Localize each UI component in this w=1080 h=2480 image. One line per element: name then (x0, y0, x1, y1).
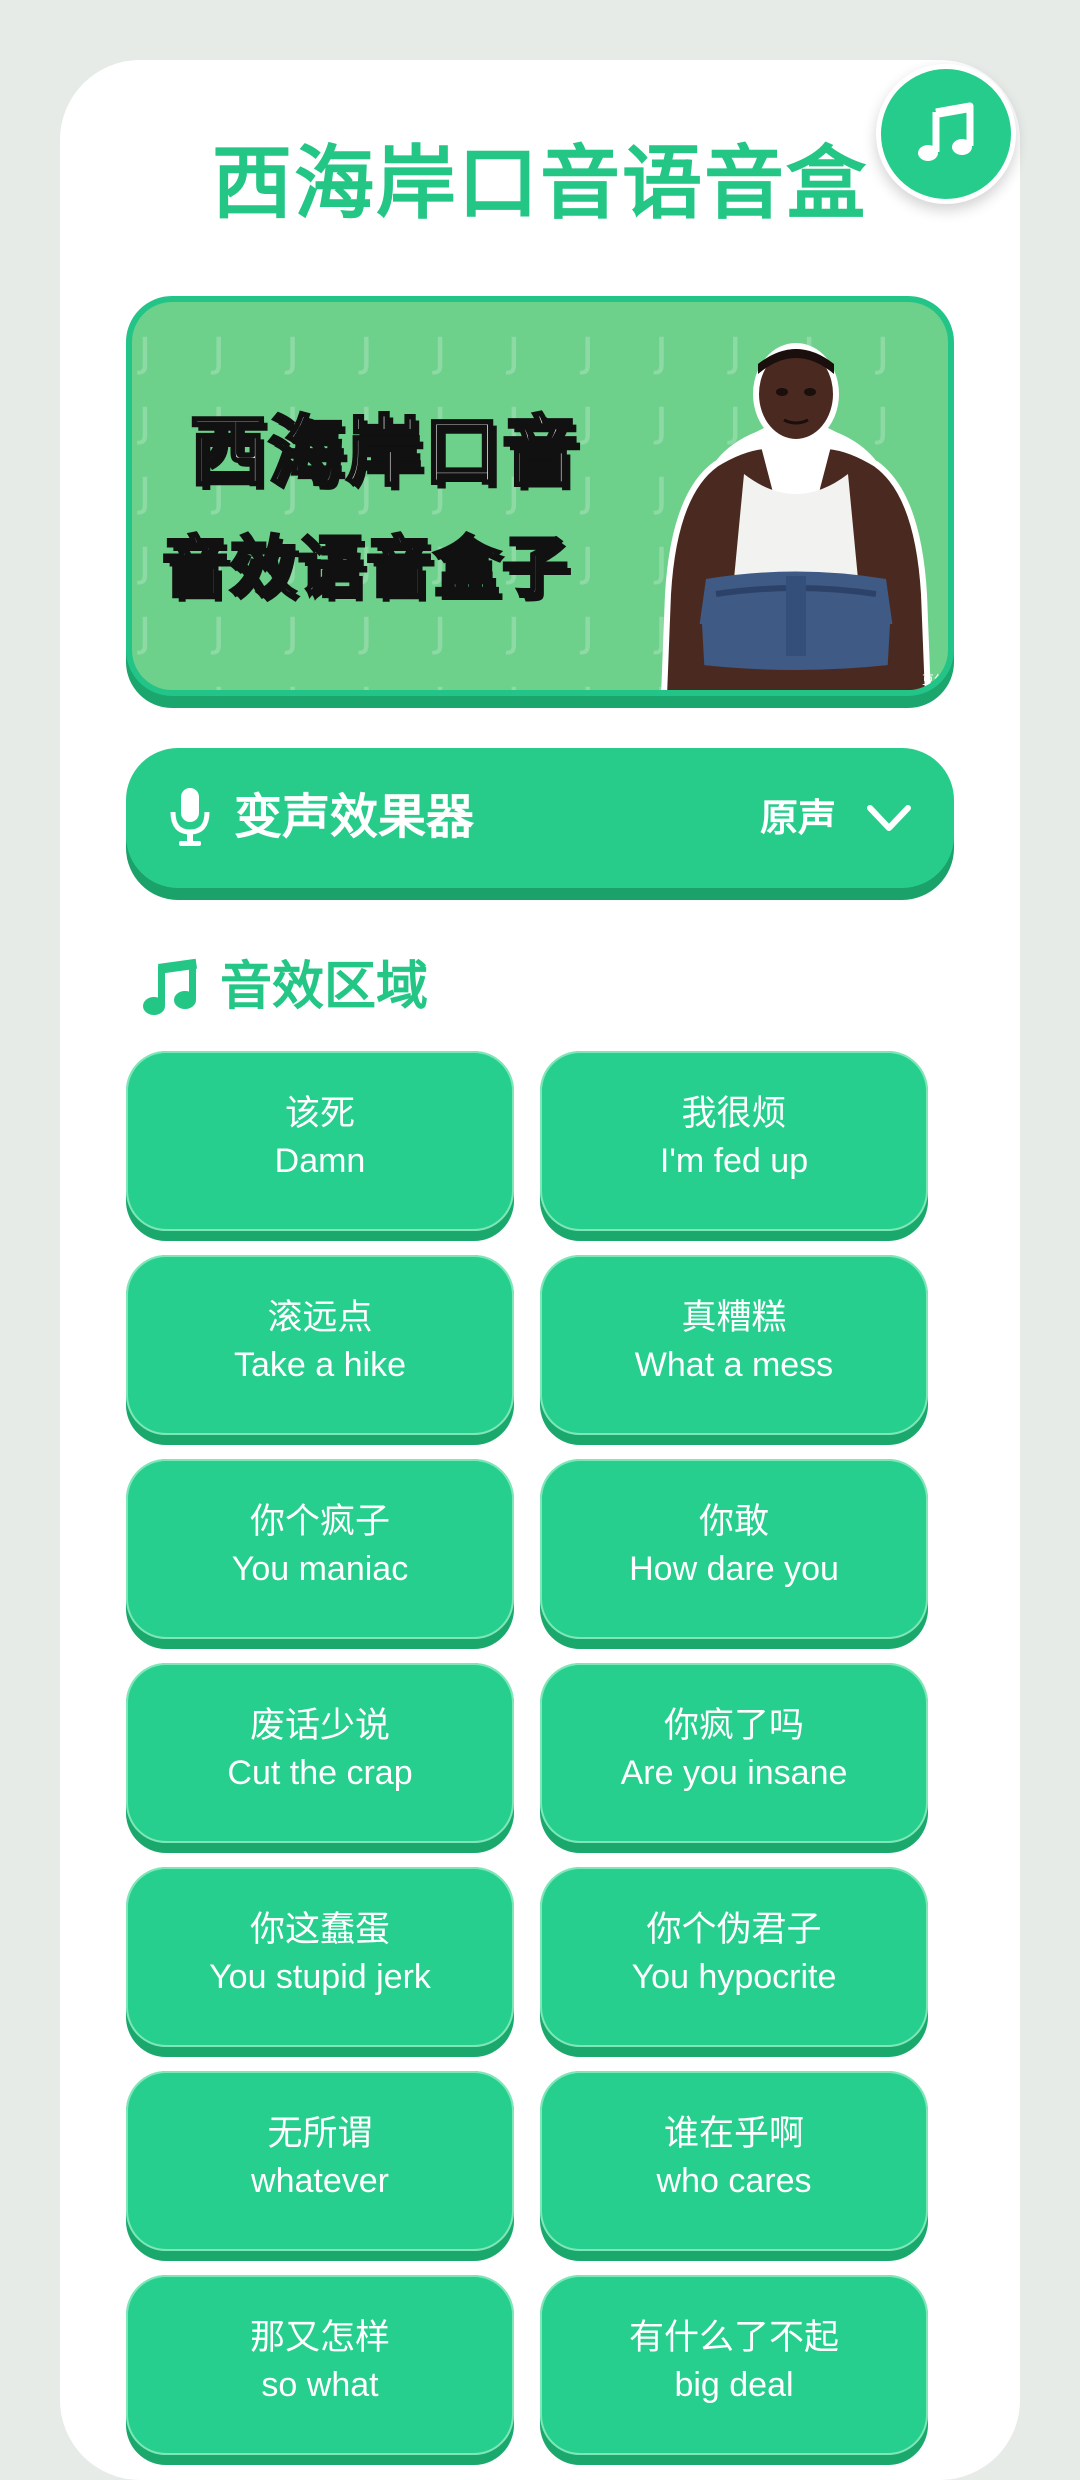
microphone-icon (170, 788, 210, 846)
sound-label-zh: 那又怎样 (249, 2318, 390, 2358)
music-note-icon (143, 958, 198, 1015)
sound-label-zh: 你疯了吗 (663, 1706, 804, 1746)
sound-button-fed-up[interactable]: 我很烦 I'm fed up (540, 1051, 928, 1231)
sound-button-whatever[interactable]: 无所谓 whatever (126, 2071, 514, 2251)
sound-label-en: Damn (274, 1142, 366, 1180)
sound-label-en: You maniac (231, 1550, 409, 1588)
sound-label-zh: 你这蠢蛋 (249, 1910, 390, 1950)
watermark-text: 豆包 (922, 673, 946, 687)
sound-button-stupid-jerk[interactable]: 你这蠢蛋 You stupid jerk (126, 1867, 514, 2047)
sound-label-en: Take a hike (234, 1346, 406, 1384)
sound-button-hypocrite[interactable]: 你个伪君子 You hypocrite (540, 1867, 928, 2047)
sound-label-zh: 有什么了不起 (628, 2318, 839, 2358)
voice-changer-value: 原声 (759, 796, 836, 840)
sound-button-you-maniac[interactable]: 你个疯子 You maniac (126, 1459, 514, 1639)
sound-label-en: whatever (251, 2162, 389, 2200)
sound-label-zh: 无所谓 (267, 2114, 373, 2154)
sound-label-en: so what (261, 2366, 379, 2404)
sound-button-so-what[interactable]: 那又怎样 so what (126, 2275, 514, 2455)
sound-label-en: What a mess (634, 1346, 834, 1384)
sound-label-en: You stupid jerk (209, 1958, 431, 1996)
sound-button-take-a-hike[interactable]: 滚远点 Take a hike (126, 1255, 514, 1435)
sound-label-zh: 你个疯子 (249, 1502, 390, 1542)
sound-label-en: I'm fed up (659, 1142, 809, 1180)
header-banner: ȷ ȷ ȷ ȷ ȷ ȷ ȷ ȷ ȷ ȷ ȷ ȷ ȷ ȷ ȷ ȷ ȷ ȷ ȷ ȷ … (126, 296, 954, 696)
chevron-down-icon (867, 805, 911, 831)
music-note-icon (918, 102, 974, 161)
banner-title: 西海岸口音 (189, 406, 580, 498)
sound-label-zh: 我很烦 (681, 1094, 787, 1134)
sound-button-big-deal[interactable]: 有什么了不起 big deal (540, 2275, 928, 2455)
sound-button-how-dare-you[interactable]: 你敢 How dare you (540, 1459, 928, 1639)
sound-label-en: who cares (656, 2162, 812, 2200)
sound-label-zh: 你敢 (698, 1502, 769, 1542)
voice-changer-label: 变声效果器 (234, 789, 475, 845)
sound-button-damn[interactable]: 该死 Damn (126, 1051, 514, 1231)
man-portrait-image: 豆包 (661, 343, 946, 690)
banner-subtitle: 音效语音盒子 (161, 528, 570, 608)
sound-button-who-cares[interactable]: 谁在乎啊 who cares (540, 2071, 928, 2251)
voice-changer-selector[interactable]: 变声效果器 原声 (126, 748, 954, 888)
sound-label-zh: 真糟糕 (681, 1298, 787, 1338)
music-badge-button[interactable] (876, 64, 1016, 204)
sound-button-cut-the-crap[interactable]: 废话少说 Cut the crap (126, 1663, 514, 1843)
sound-label-en: Cut the crap (227, 1754, 413, 1792)
sounds-section-title: 音效区域 (220, 957, 429, 1017)
sound-label-en: big deal (674, 2366, 794, 2404)
sound-label-zh: 废话少说 (249, 1706, 390, 1746)
sound-label-zh: 谁在乎啊 (663, 2114, 804, 2154)
sound-button-what-a-mess[interactable]: 真糟糕 What a mess (540, 1255, 928, 1435)
sound-label-en: Are you insane (620, 1754, 848, 1792)
sound-button-are-you-insane[interactable]: 你疯了吗 Are you insane (540, 1663, 928, 1843)
sound-label-zh: 你个伪君子 (646, 1910, 822, 1950)
sound-label-zh: 滚远点 (267, 1298, 373, 1338)
sound-label-en: You hypocrite (631, 1958, 837, 1996)
sound-label-en: How dare you (629, 1550, 839, 1588)
sound-label-zh: 该死 (284, 1094, 355, 1134)
